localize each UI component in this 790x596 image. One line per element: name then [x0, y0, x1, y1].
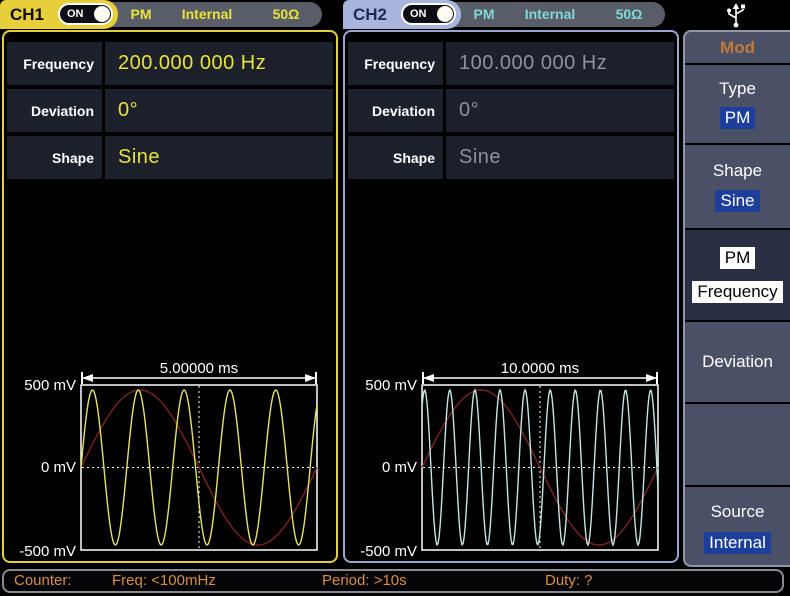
ch1-y-zero-label: 0 mV [41, 459, 76, 476]
ch2-y-zero-label: 0 mV [382, 459, 417, 476]
menu-frequency-chip: Frequency [692, 281, 782, 303]
ch2-shape-row[interactable]: Shape Sine [348, 136, 674, 179]
counter-duty: Duty: ? [545, 571, 593, 591]
ch1-mod-indicator: PM [131, 0, 152, 28]
ch1-on-toggle[interactable]: ON [58, 3, 113, 25]
ch1-shape-row[interactable]: Shape Sine [7, 136, 333, 179]
ch1-frequency-value[interactable]: 200.000 000 Hz [105, 42, 333, 85]
ch1-source-indicator: Internal [182, 0, 233, 28]
menu-deviation-label: Deviation [702, 352, 773, 372]
ch1-parameter-table: Frequency 200.000 000 Hz Deviation 0° Sh… [7, 42, 333, 183]
ch2-on-toggle[interactable]: ON [401, 3, 456, 25]
toggle-knob-icon [437, 6, 453, 22]
toggle-knob-icon [94, 6, 110, 22]
menu-source-label: Source [711, 502, 765, 522]
usb-icon [722, 1, 750, 29]
menu-pm-chip: PM [720, 247, 756, 269]
ch2-shape-label: Shape [348, 136, 443, 179]
menu-shape-value: Sine [715, 190, 759, 212]
ch1-shape-label: Shape [7, 136, 102, 179]
ch2-frequency-row[interactable]: Frequency 100.000 000 Hz [348, 42, 674, 85]
ch2-label: CH2 [353, 0, 387, 29]
ch1-waveform-preview: 5.00000 ms 500 mV 0 mV -500 mV [4, 360, 336, 560]
ch2-time-window-label: 10.0000 ms [501, 360, 579, 377]
ch2-y-max-label: 500 mV [365, 377, 417, 394]
ch1-deviation-label: Deviation [7, 89, 102, 132]
menu-title: Mod [685, 32, 790, 65]
counter-period: Period: >10s [322, 571, 407, 591]
menu-item-source[interactable]: Source Internal [685, 487, 790, 567]
menu-item-deviation[interactable]: Deviation [685, 322, 790, 404]
ch2-impedance-indicator: 50Ω [616, 0, 643, 28]
counter-label: Counter: [14, 571, 72, 591]
ch1-header: CH1 ON PM Internal 50Ω [0, 0, 340, 30]
ch2-frequency-label: Frequency [348, 42, 443, 85]
status-bar: Counter: Freq: <100mHz Period: >10s Duty… [2, 569, 784, 593]
generator-screen: CH1 ON PM Internal 50Ω CH2 ON PM Interna… [0, 0, 790, 596]
ch2-parameter-table: Frequency 100.000 000 Hz Deviation 0° Sh… [348, 42, 674, 183]
ch2-source-indicator: Internal [525, 0, 576, 28]
ch1-shape-value[interactable]: Sine [105, 136, 333, 179]
ch2-waveform-preview: 10.0000 ms 500 mV 0 mV -500 mV [345, 360, 677, 560]
menu-item-blank [685, 404, 790, 487]
ch1-frequency-row[interactable]: Frequency 200.000 000 Hz [7, 42, 333, 85]
menu-item-type[interactable]: Type PM [685, 65, 790, 145]
ch2-on-label: ON [410, 5, 427, 23]
ch2-frequency-value[interactable]: 100.000 000 Hz [446, 42, 674, 85]
menu-source-value: Internal [704, 532, 771, 554]
menu-item-pm-frequency[interactable]: PM Frequency [685, 230, 790, 322]
menu-shape-label: Shape [713, 161, 762, 181]
ch1-deviation-value[interactable]: 0° [105, 89, 333, 132]
ch1-y-max-label: 500 mV [24, 377, 76, 394]
ch1-panel: Frequency 200.000 000 Hz Deviation 0° Sh… [2, 30, 338, 563]
ch2-deviation-label: Deviation [348, 89, 443, 132]
ch1-on-label: ON [67, 5, 84, 23]
ch1-frequency-label: Frequency [7, 42, 102, 85]
ch2-mod-indicator: PM [474, 0, 495, 28]
ch2-header: CH2 ON PM Internal 50Ω [343, 0, 683, 30]
menu-type-value: PM [720, 107, 756, 129]
ch2-panel: Frequency 100.000 000 Hz Deviation 0° Sh… [343, 30, 679, 563]
ch1-label: CH1 [10, 0, 44, 29]
ch2-deviation-row[interactable]: Deviation 0° [348, 89, 674, 132]
menu-item-shape[interactable]: Shape Sine [685, 145, 790, 230]
ch2-y-min-label: -500 mV [360, 543, 417, 560]
ch1-deviation-row[interactable]: Deviation 0° [7, 89, 333, 132]
ch1-time-window-label: 5.00000 ms [160, 360, 238, 377]
ch2-deviation-value[interactable]: 0° [446, 89, 674, 132]
ch1-y-min-label: -500 mV [19, 543, 76, 560]
ch1-impedance-indicator: 50Ω [273, 0, 300, 28]
menu-type-label: Type [719, 79, 756, 99]
ch2-shape-value[interactable]: Sine [446, 136, 674, 179]
counter-frequency: Freq: <100mHz [112, 571, 216, 591]
softkey-menu: Mod Type PM Shape Sine PM Frequency Devi… [683, 30, 790, 567]
